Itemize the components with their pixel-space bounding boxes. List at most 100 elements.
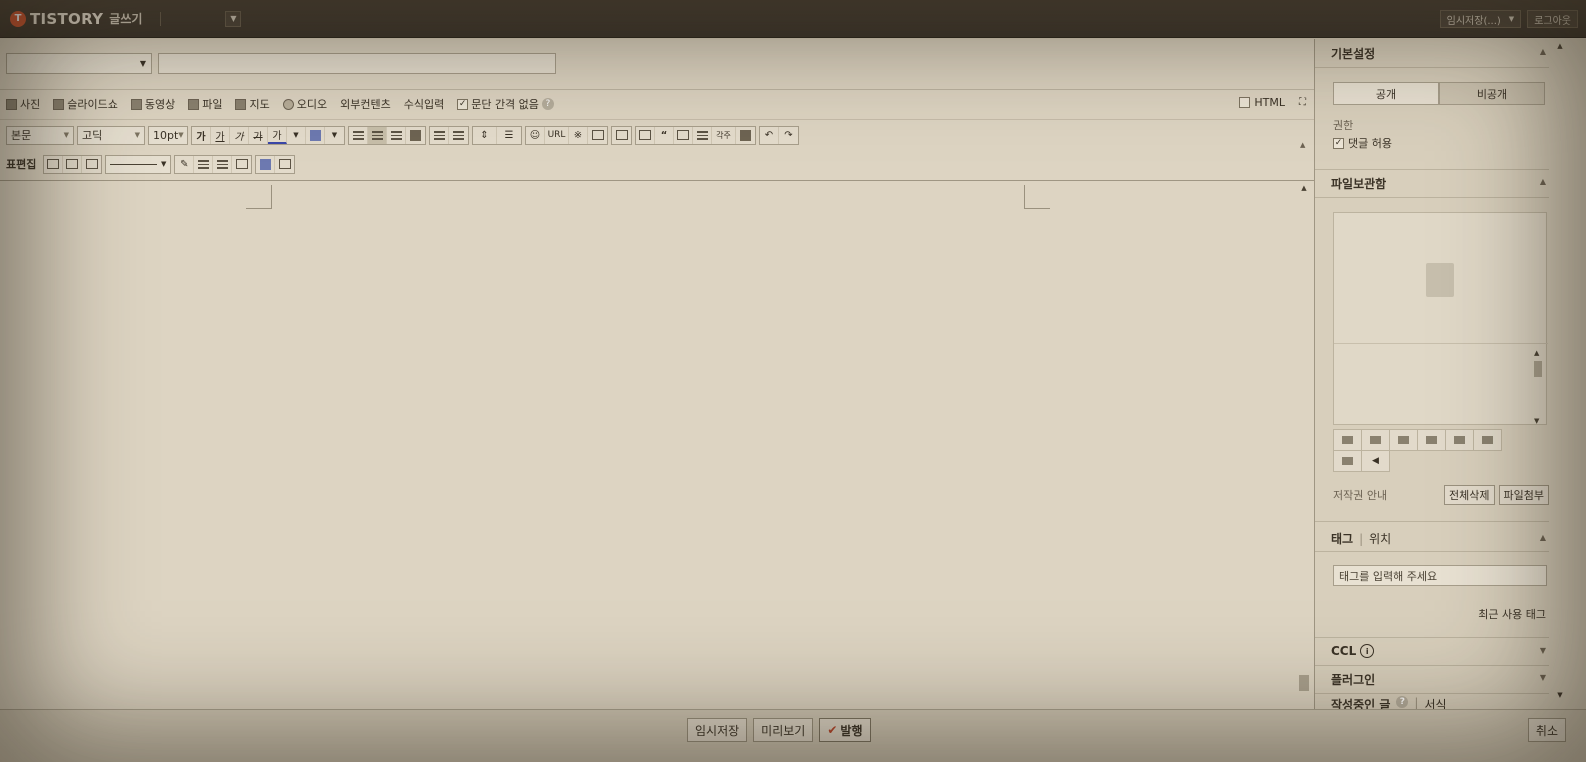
layout-left-button[interactable] (1333, 429, 1362, 451)
category-select[interactable]: ▼ (6, 53, 152, 74)
font-size-select[interactable]: 10pt ▼ (148, 125, 188, 145)
quote-button[interactable]: “ (655, 126, 674, 144)
plugin-header[interactable]: 플러그인 (1315, 665, 1549, 693)
paragraph-style-select[interactable]: 본문 ▼ (6, 125, 74, 145)
scroll-thumb[interactable] (1534, 361, 1542, 377)
title-input[interactable] (158, 53, 556, 74)
border-color-button[interactable]: ✎ (175, 155, 195, 173)
scroll-up-icon[interactable]: ▲ (1534, 349, 1544, 357)
chevron-down-icon[interactable]: ▼ (1540, 646, 1546, 655)
paragraph-spacing-toggle[interactable]: ✓ 문단 간격 없음 ? (457, 96, 554, 112)
chevron-up-icon[interactable]: ▲ (1540, 533, 1546, 542)
special-char-button[interactable]: ※ (569, 126, 588, 144)
ccl-header[interactable]: CCL i (1315, 637, 1549, 665)
align-left-button[interactable] (349, 126, 368, 144)
scroll-down-icon[interactable]: ▼ (1553, 691, 1567, 699)
video-button[interactable]: 동영상 (130, 96, 175, 112)
sidebar-scrollbar[interactable]: ▲ (1553, 42, 1567, 706)
font-color-dropdown[interactable]: ▼ (287, 126, 306, 144)
editor-scrollbar[interactable]: ▲ (1297, 182, 1311, 709)
map-button[interactable]: 지도 (235, 96, 270, 112)
tag-input[interactable]: 태그를 입력해 주세요 (1333, 565, 1547, 586)
save-draft-button[interactable]: 임시저장 (687, 718, 748, 742)
border-dash-button[interactable] (213, 155, 233, 173)
strikethrough-button[interactable]: 가 (249, 126, 268, 144)
slideshow-button[interactable]: 슬라이드쇼 (53, 96, 118, 112)
bold-button[interactable]: 가 (192, 126, 211, 144)
border-width-button[interactable] (194, 155, 214, 173)
file-list-box[interactable]: ▲ ▼ (1333, 212, 1548, 425)
redo-button[interactable]: ↷ (779, 127, 798, 144)
text-box-button[interactable] (636, 126, 655, 144)
photo-button[interactable]: 사진 (6, 96, 40, 112)
html-mode-toggle[interactable]: HTML ⛶ (1239, 96, 1306, 109)
tistory-logo[interactable]: T TISTORY 글쓰기 (10, 0, 142, 38)
formula-button[interactable]: 수식입력 (404, 96, 444, 112)
scroll-up-icon[interactable]: ▲ (1553, 42, 1567, 54)
footnote-button[interactable]: 각주 (712, 126, 736, 144)
table-template-button[interactable] (275, 156, 294, 173)
preview-button[interactable]: 미리보기 (753, 718, 814, 742)
underline-button[interactable]: 가 (211, 126, 230, 144)
highlight-dropdown[interactable]: ▼ (325, 127, 344, 144)
link-button[interactable]: URL (545, 126, 569, 144)
publish-button[interactable]: ✔ 발행 (819, 718, 871, 742)
merge-cells-button[interactable] (44, 155, 64, 173)
help-icon[interactable]: ? (541, 98, 554, 110)
external-content-button[interactable]: 외부컨텐츠 (340, 96, 391, 112)
copyright-guide-link[interactable]: 저작권 안내 (1333, 487, 1440, 503)
align-right-button[interactable] (387, 126, 406, 144)
collapse-toolbar-icon[interactable]: ▲ (1300, 141, 1305, 149)
emoticon-button[interactable]: ☺ (526, 126, 545, 144)
split-cells-button[interactable] (63, 155, 83, 173)
indent-button[interactable] (430, 126, 449, 144)
scroll-down-icon[interactable]: ▼ (1534, 417, 1544, 425)
fullscreen-icon[interactable]: ⛶ (1299, 97, 1306, 108)
scroll-up-icon[interactable]: ▲ (1297, 182, 1311, 194)
layout-gallery-button[interactable] (1333, 450, 1362, 472)
logout-button[interactable]: 로그아웃 (1527, 10, 1578, 28)
layout-two-button[interactable] (1445, 429, 1474, 451)
blog-select-dropdown[interactable]: ▼ (225, 10, 242, 27)
align-justify-button[interactable] (406, 127, 425, 144)
undo-button[interactable]: ↶ (760, 126, 779, 144)
cell-bg-button[interactable] (256, 155, 276, 173)
recent-tags-link[interactable]: 최근 사용 태그 (1478, 606, 1546, 622)
audio-insert-button[interactable]: ◀ (1361, 450, 1390, 472)
delete-all-button[interactable]: 전체삭제 (1444, 485, 1495, 505)
file-button[interactable]: 파일 (188, 96, 222, 112)
help-icon[interactable]: ? (1396, 696, 1409, 708)
layout-three-button[interactable] (1473, 429, 1502, 451)
cancel-button[interactable]: 취소 (1527, 718, 1566, 742)
delete-cells-button[interactable] (82, 156, 101, 173)
tab-tag[interactable]: 태그 (1331, 530, 1353, 547)
scroll-thumb[interactable] (1299, 675, 1309, 691)
autosave-dropdown[interactable]: 임시저장(...) ▼ (1439, 10, 1522, 28)
file-list-scrollbar[interactable]: ▲ ▼ (1534, 349, 1544, 425)
chevron-up-icon[interactable]: ▲ (1540, 47, 1546, 56)
audio-button[interactable]: 오디오 (282, 96, 327, 112)
font-select[interactable]: 고딕 ▼ (77, 125, 145, 145)
chevron-up-icon[interactable]: ▲ (1540, 177, 1546, 186)
chevron-down-icon[interactable]: ▼ (1540, 673, 1546, 682)
border-style-select[interactable]: ▼ (105, 154, 172, 174)
layout-center-button[interactable] (1361, 429, 1390, 451)
outdent-button[interactable] (449, 127, 468, 144)
tab-private[interactable]: 비공개 (1439, 82, 1545, 105)
attach-file-button[interactable]: 파일첨부 (1498, 485, 1549, 505)
divider-line-button[interactable] (693, 126, 712, 144)
tab-public[interactable]: 공개 (1333, 82, 1439, 105)
list-button[interactable]: ☰ (497, 127, 521, 144)
line-height-button[interactable]: ⇕ (473, 126, 497, 144)
code-button[interactable] (736, 127, 755, 144)
font-color-button[interactable]: 가 (268, 126, 287, 144)
tab-location[interactable]: 위치 (1369, 530, 1391, 547)
file-storage-header[interactable]: 파일보관함 (1315, 169, 1549, 197)
info-box-button[interactable] (612, 127, 631, 144)
layout-right-button[interactable] (1389, 429, 1418, 451)
highlight-button[interactable] (306, 126, 325, 144)
more-button[interactable] (674, 126, 693, 144)
italic-button[interactable]: 가 (230, 126, 249, 144)
align-center-button[interactable] (368, 126, 387, 144)
border-grid-button[interactable] (232, 156, 251, 173)
